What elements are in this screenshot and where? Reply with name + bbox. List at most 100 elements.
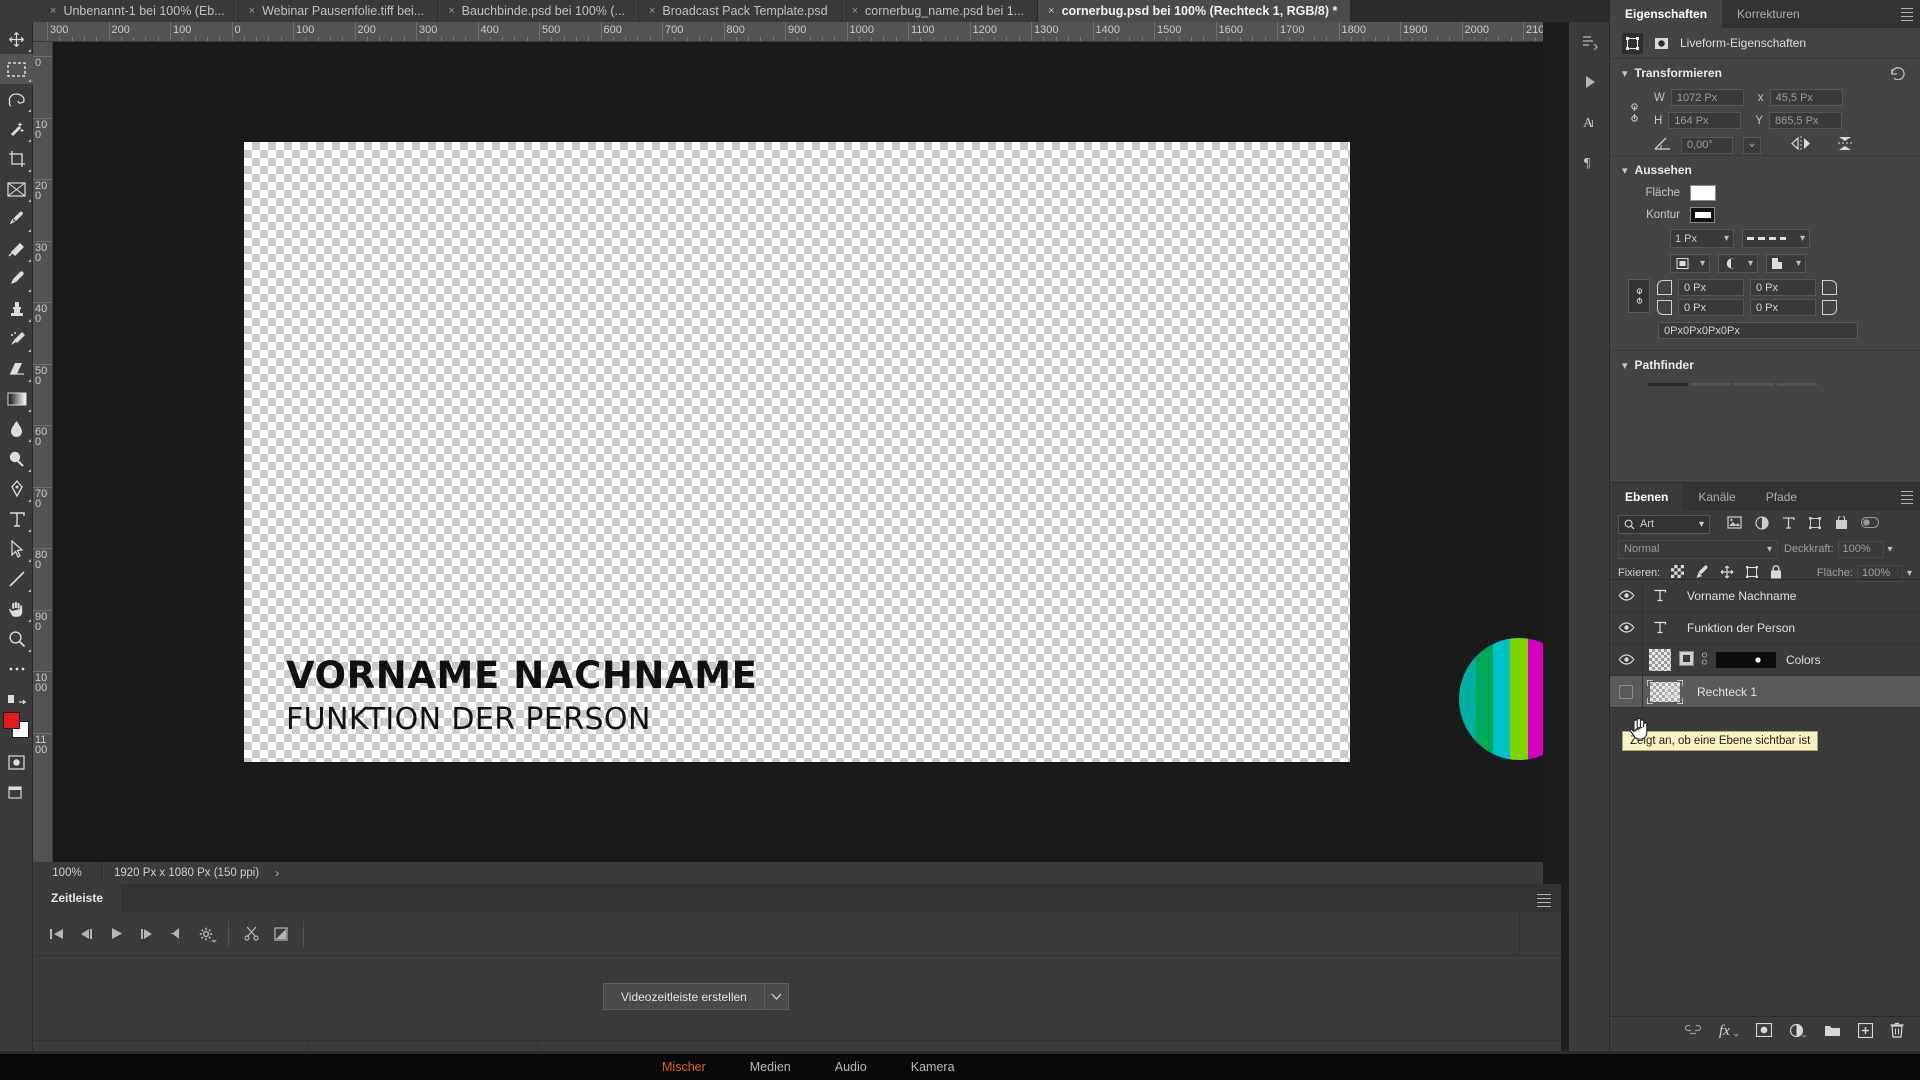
color-swatches[interactable] [3,712,31,740]
close-icon[interactable]: × [448,5,454,17]
filter-toggle-icon[interactable] [1861,517,1879,531]
edit-toolbar-icon[interactable] [0,684,33,714]
document-tab-2[interactable]: × Bauchbinde.psd bei 100% (... [438,0,639,22]
adjustment-icon[interactable] [1789,1023,1807,1041]
layer-row-colors[interactable]: Colors [1610,643,1920,676]
layer-list[interactable]: Vorname Nachname Funktion der Person Col… [1610,579,1920,1041]
chevron-down-icon[interactable]: ▾ [1622,359,1628,372]
tab-ebenen[interactable]: Ebenen [1610,483,1684,511]
line-tool[interactable] [0,564,33,594]
corner-radius-bottom-right-field[interactable]: 0 Px [1750,299,1816,316]
layer-name[interactable]: Funktion der Person [1677,621,1795,635]
next-frame-icon[interactable] [131,920,161,948]
height-field[interactable]: 164 Px [1668,112,1742,129]
quick-selection-tool[interactable] [0,114,33,144]
audio-icon[interactable] [161,920,191,948]
previous-frame-icon[interactable] [71,920,101,948]
path-selection-tool[interactable] [0,534,33,564]
blur-tool[interactable] [0,414,33,444]
close-icon[interactable]: × [249,5,255,17]
layer-row-rechteck-1[interactable]: Rechteck 1 [1610,675,1920,708]
y-position-field[interactable]: 865,5 Px [1768,112,1842,129]
pathfinder-subtract-icon[interactable] [1691,383,1731,386]
chevron-down-icon[interactable]: ▾ [1748,258,1753,269]
pathfinder-section-header[interactable]: ▾ Pathfinder [1610,351,1920,377]
pathfinder-intersect-icon[interactable] [1734,383,1774,386]
chevron-down-icon[interactable]: ▾ [1800,233,1805,244]
chevron-down-icon[interactable]: ▾ [1767,544,1772,555]
pathfinder-exclude-icon[interactable] [1777,383,1817,386]
close-icon[interactable]: × [649,5,655,17]
chevron-down-icon[interactable]: ▾ [1724,233,1729,244]
corner-radius-top-left-field[interactable]: 0 Px [1678,279,1744,296]
chevron-down-icon[interactable]: ▾ [1888,544,1893,555]
folder-icon[interactable] [1824,1023,1841,1040]
link-wh-icon[interactable] [1628,103,1641,125]
tab-kanaele[interactable]: Kanäle [1683,483,1750,511]
close-icon[interactable]: × [1048,5,1054,17]
layer-thumbnail-shape[interactable] [1643,679,1687,704]
transition-icon[interactable] [266,920,296,948]
document-tab-3[interactable]: × Broadcast Pack Template.psd [638,0,842,22]
stroke-color-swatch[interactable] [1690,207,1715,223]
type-tool[interactable] [0,504,33,534]
create-video-timeline-group[interactable]: Videozeitleiste erstellen [603,983,789,1010]
filter-smart-objects-icon[interactable] [1835,514,1848,533]
angle-field[interactable]: 0,00° [1681,136,1733,154]
chevron-down-icon[interactable]: ▾ [1796,258,1801,269]
corner-summary-field[interactable]: 0Px0Px0Px0Px [1658,322,1858,339]
mask-icon[interactable] [1755,1022,1773,1040]
flip-vertical-icon[interactable] [1835,135,1855,155]
pen-tool[interactable] [0,474,33,504]
transform-section-header[interactable]: ▾ Transformieren [1610,59,1920,85]
zoom-tool[interactable] [0,624,33,654]
tab-korrekturen[interactable]: Korrekturen [1722,0,1815,28]
stroke-align-dropdown[interactable]: ▾ [1670,254,1710,273]
fill-color-swatch[interactable] [1690,185,1716,201]
filter-shape-layers-icon[interactable] [1808,516,1822,533]
taskbar-item-kamera[interactable]: Kamera [889,1060,977,1074]
layer-visibility-toggle[interactable] [1610,644,1642,676]
angle-dropdown[interactable] [1743,136,1761,154]
dodge-tool[interactable] [0,444,33,474]
flip-horizontal-icon[interactable] [1791,136,1811,154]
settings-gear-icon[interactable] [191,920,221,948]
taskbar-item-mischer[interactable]: Mischer [640,1060,728,1074]
canvas-area[interactable]: VORNAME NACHNAME FUNKTION DER PERSON [53,42,1543,862]
layers-menu-icon[interactable] [1894,483,1920,511]
play-icon[interactable] [1569,62,1610,102]
corner-radius-bottom-left-field[interactable]: 0 Px [1678,299,1744,316]
zoom-level[interactable]: 100% [33,867,101,879]
chevron-down-icon[interactable]: ▾ [1622,67,1628,80]
close-icon[interactable]: × [50,5,56,17]
document-tab-0[interactable]: × Unbenannt-1 bei 100% (Eb... [40,0,239,22]
stroke-width-field[interactable]: 1 Px ▾ [1670,229,1734,248]
character-icon[interactable]: Al [1569,102,1610,142]
pathfinder-buttons[interactable] [1610,377,1920,396]
more-tools-icon[interactable] [0,654,33,684]
timeline-menu-icon[interactable] [1537,891,1551,907]
layer-thumbnail-text[interactable] [1643,588,1677,603]
layer-mask-thumbnail[interactable] [1677,650,1694,669]
filter-pixel-layers-icon[interactable] [1727,516,1742,532]
document-window[interactable]: VORNAME NACHNAME FUNKTION DER PERSON [241,139,1543,765]
go-to-first-frame-icon[interactable] [41,920,71,948]
new-layer-icon[interactable] [1857,1022,1874,1041]
screen-mode-icon[interactable] [0,777,33,807]
opacity-value-field[interactable]: 100% [1837,540,1884,558]
appearance-section-header[interactable]: ▾ Aussehen [1610,156,1920,182]
spot-healing-brush-tool[interactable] [0,234,33,264]
tab-zeitleiste[interactable]: Zeitleiste [33,884,122,912]
x-position-field[interactable]: 45,5 Px [1769,89,1843,106]
eyedropper-tool[interactable] [0,204,33,234]
document-tab-5-active[interactable]: × cornerbug.psd bei 100% (Rechteck 1, RG… [1038,0,1352,22]
properties-menu-icon[interactable] [1894,0,1920,28]
play-icon[interactable] [101,920,131,948]
document-canvas[interactable]: VORNAME NACHNAME FUNKTION DER PERSON [244,142,1543,762]
width-field[interactable]: 1072 Px [1670,89,1744,106]
hand-tool[interactable] [0,594,33,624]
split-icon[interactable] [236,920,266,948]
fx-icon[interactable]: fx [1719,1022,1739,1041]
blend-mode-select[interactable]: Normal ▾ [1618,539,1778,559]
layer-thumbnail-text[interactable] [1643,620,1677,635]
